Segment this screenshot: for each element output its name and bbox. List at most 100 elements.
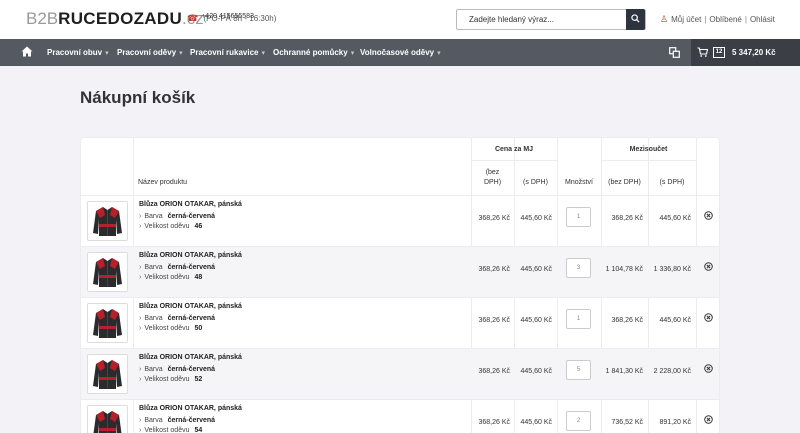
search-button[interactable]: [626, 9, 645, 30]
product-color: › Barva černá-červená: [139, 315, 216, 322]
unit-price-incl-vat: 445,60 Kč: [520, 419, 552, 426]
table-row: Blůza ORION OTAKAR, pánská › Barva černá-…: [81, 246, 719, 297]
search-box: [456, 9, 646, 30]
chevron-right-icon: ›: [139, 264, 142, 271]
unit-price-incl-vat: 445,60 Kč: [520, 368, 552, 375]
product-color: › Barva černá-červená: [139, 213, 216, 220]
remove-item-icon[interactable]: [704, 364, 713, 373]
product-thumbnail[interactable]: [87, 201, 128, 241]
site-logo[interactable]: B2BRUCEDOZADU.cz: [26, 9, 204, 29]
product-color: › Barva černá-červená: [139, 366, 216, 373]
nav-item-pracovni-obuv[interactable]: Pracovní obuv ▾: [47, 48, 109, 57]
product-name[interactable]: Blůza ORION OTAKAR, pánská: [139, 303, 242, 310]
search-input[interactable]: [457, 10, 629, 29]
search-icon: [631, 14, 640, 23]
chevron-right-icon: ›: [139, 223, 142, 230]
chevron-right-icon: ›: [139, 325, 142, 332]
chevron-right-icon: ›: [139, 274, 142, 281]
quantity-input[interactable]: 2: [566, 411, 591, 431]
subtotal-incl-vat: 891,20 Kč: [659, 419, 691, 426]
product-color: › Barva černá-červená: [139, 417, 216, 424]
header-unit-price: Cena za MJ: [494, 146, 534, 153]
remove-item-icon[interactable]: [704, 313, 713, 322]
product-name[interactable]: Blůza ORION OTAKAR, pánská: [139, 354, 242, 361]
product-name[interactable]: Blůza ORION OTAKAR, pánská: [139, 201, 242, 208]
remove-item-icon[interactable]: [704, 262, 713, 271]
table-row: Blůza ORION OTAKAR, pánská › Barva černá-…: [81, 195, 719, 246]
unit-price-excl-vat: 368,26 Kč: [478, 368, 510, 375]
subtotal-excl-vat: 736,52 Kč: [611, 419, 643, 426]
page-title: Nákupní košík: [80, 88, 196, 107]
header-unit-excl-vat-l1: (bez: [485, 169, 500, 176]
product-name[interactable]: Blůza ORION OTAKAR, pánská: [139, 252, 242, 259]
phone-icon: ☎: [187, 13, 199, 23]
unit-price-excl-vat: 368,26 Kč: [478, 317, 510, 324]
chevron-down-icon: ▾: [437, 50, 441, 57]
remove-item-icon[interactable]: [704, 211, 713, 220]
subtotal-excl-vat: 1 841,30 Kč: [605, 368, 643, 375]
home-icon[interactable]: [21, 46, 33, 57]
unit-price-excl-vat: 368,26 Kč: [478, 419, 510, 426]
product-thumbnail[interactable]: [87, 405, 128, 433]
jacket-image: [93, 258, 122, 287]
product-thumbnail[interactable]: [87, 354, 128, 394]
product-size: › Velikost oděvu 50: [139, 325, 203, 332]
logo-main: RUCEDOZADU: [58, 9, 183, 28]
chevron-down-icon: ▾: [105, 50, 109, 57]
remove-item-icon[interactable]: [704, 415, 713, 424]
jacket-image: [93, 411, 122, 433]
logo-prefix: B2B: [26, 9, 59, 28]
logout-link[interactable]: Ohlásit: [750, 15, 775, 24]
subtotal-excl-vat: 368,26 Kč: [611, 317, 643, 324]
subtotal-excl-vat: 1 104,78 Kč: [605, 266, 643, 273]
nav-item-ochranne-pomucky[interactable]: Ochranné pomůcky ▾: [273, 48, 354, 57]
subtotal-incl-vat: 2 228,00 Kč: [653, 368, 691, 375]
cart-button[interactable]: 12 5 347,20 Kč: [691, 39, 800, 66]
contact-phone: ☎ +420 415655583 (PO-PÁ 8h - 16:30h): [187, 13, 276, 24]
nav-item-volnocasove-odevy[interactable]: Volnočasové oděvy ▾: [360, 48, 441, 57]
product-thumbnail[interactable]: [87, 252, 128, 292]
header-unit-excl-vat-l2: DPH): [483, 179, 502, 186]
product-size: › Velikost oděvu 46: [139, 223, 203, 230]
jacket-image: [93, 207, 122, 236]
product-name[interactable]: Blůza ORION OTAKAR, pánská: [139, 405, 242, 412]
quantity-input[interactable]: 5: [566, 360, 591, 380]
header-subtotal: Mezisoučet: [629, 146, 668, 153]
cart-count-badge: 12: [713, 47, 725, 58]
unit-price-incl-vat: 445,60 Kč: [520, 317, 552, 324]
table-row: Blůza ORION OTAKAR, pánská › Barva černá-…: [81, 348, 719, 399]
jacket-image: [93, 309, 122, 338]
my-account-link[interactable]: Můj účet: [671, 15, 701, 24]
header-subtotal-incl-vat: (s DPH): [659, 179, 685, 186]
header-quantity: Množství: [564, 179, 593, 186]
quantity-input[interactable]: 1: [566, 207, 591, 227]
phone-number[interactable]: +420 415655583: [201, 13, 254, 20]
chevron-right-icon: ›: [139, 376, 142, 383]
nav-item-pracovni-odevy[interactable]: Pracovní oděvy ▾: [117, 48, 183, 57]
chevron-right-icon: ›: [139, 417, 142, 424]
chevron-right-icon: ›: [139, 315, 142, 322]
subtotal-incl-vat: 445,60 Kč: [659, 317, 691, 324]
header-unit-incl-vat: (s DPH): [523, 179, 548, 186]
subtotal-excl-vat: 368,26 Kč: [611, 215, 643, 222]
favorites-link[interactable]: Oblíbené: [709, 15, 741, 24]
product-thumbnail[interactable]: [87, 303, 128, 343]
quantity-input[interactable]: 1: [566, 309, 591, 329]
unit-price-incl-vat: 445,60 Kč: [520, 215, 552, 222]
cart-total: 5 347,20 Kč: [732, 48, 776, 57]
unit-price-incl-vat: 445,60 Kč: [520, 266, 552, 273]
product-size: › Velikost oděvu 48: [139, 274, 203, 281]
user-icon: ♙: [660, 14, 669, 24]
chevron-down-icon: ▾: [350, 50, 355, 57]
nav-item-pracovni-rukavice[interactable]: Pracovní rukavice ▾: [190, 48, 265, 57]
unit-price-excl-vat: 368,26 Kč: [478, 215, 510, 222]
subtotal-incl-vat: 445,60 Kč: [659, 215, 691, 222]
product-size: › Velikost oděvu 54: [139, 427, 203, 433]
header-product: Název produktu: [138, 179, 188, 186]
account-links: ♙ Můj účet | Oblíbené | Ohlásit: [660, 14, 775, 24]
compare-icon[interactable]: [669, 47, 680, 58]
jacket-image: [93, 360, 122, 389]
quantity-input[interactable]: 3: [566, 258, 591, 278]
product-size: › Velikost oděvu 52: [139, 376, 203, 383]
header-subtotal-excl-vat: (bez DPH): [608, 179, 641, 186]
